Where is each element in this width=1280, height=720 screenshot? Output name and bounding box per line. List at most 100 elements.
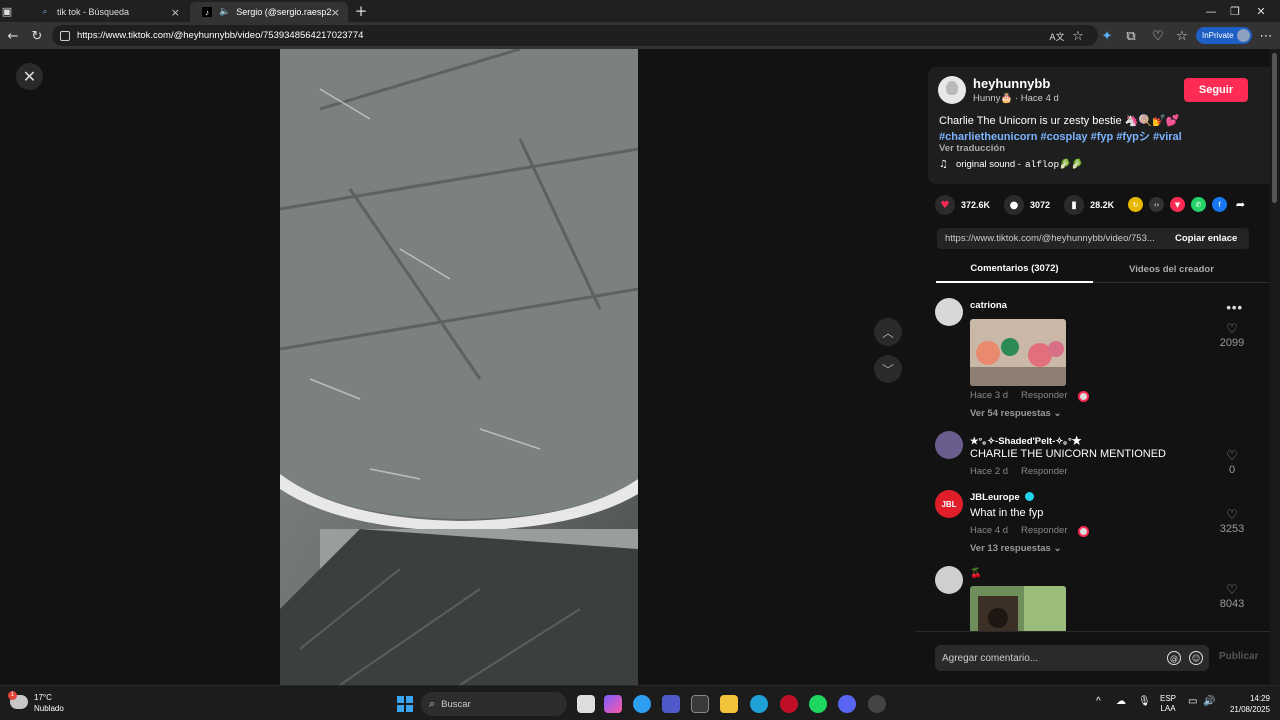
weather-widget[interactable]: 1 17°C Nublado (8, 691, 64, 714)
share-link-text[interactable]: https://www.tiktok.com/@heyhunnybb/video… (937, 233, 1169, 244)
tab-actions-icon[interactable]: ▣ (0, 0, 22, 22)
edge-icon[interactable] (750, 695, 768, 713)
tab-creator-videos[interactable]: Videos del creador (1093, 255, 1250, 283)
commenter-username-text: JBLeurope (970, 492, 1020, 503)
sound-link[interactable]: ♫ original sound - alflop🥬🥬 (939, 159, 1083, 170)
like-stat[interactable]: ♥ 372.6K (935, 195, 990, 215)
see-translation-link[interactable]: Ver traducción (939, 143, 1005, 154)
post-info-card: heyhunnybb Hunny🎂 · Hace 4 d Seguir Char… (928, 67, 1274, 184)
app-icon[interactable] (868, 695, 886, 713)
microphone-icon[interactable]: 🎙 (1138, 697, 1151, 707)
facebook-icon[interactable]: f (1212, 197, 1227, 212)
app-icon[interactable] (633, 695, 651, 713)
copy-link-button[interactable]: Copiar enlace (1169, 233, 1237, 244)
cloud-icon: 1 (8, 691, 28, 709)
comment-like[interactable]: ♡ 0 (1212, 449, 1252, 476)
scrollbar-thumb[interactable] (1272, 53, 1277, 203)
commenter-avatar[interactable] (935, 298, 963, 326)
tiktok-page: ✕ ︿ ﹀ heyhunnybb Hunny🎂 · Hace 4 d Segui… (0, 49, 1280, 685)
favorite-star-icon[interactable]: ☆ (1068, 26, 1088, 46)
speaker-icon[interactable]: 🔈 (219, 7, 230, 17)
comment-like[interactable]: ♡ 2099 (1212, 322, 1252, 349)
store-icon[interactable] (691, 695, 709, 713)
comment-image[interactable] (970, 586, 1066, 631)
like-heart-icon: ♡ (1226, 583, 1238, 598)
comment-input[interactable]: Agregar comentario... @ ☺ (935, 645, 1209, 671)
video-player[interactable] (280, 49, 638, 685)
taskbar-search[interactable]: ⌕ Buscar (421, 692, 567, 716)
commenter-username[interactable]: ★°｡✧-Shaded'Pelt-✧｡°★ (970, 433, 1081, 447)
next-video-button[interactable]: ﹀ (874, 355, 902, 383)
onedrive-icon[interactable]: ☁ (1116, 697, 1126, 707)
video-hashtags[interactable]: #charlietheunicorn #cosplay #fyp #fypシ #… (939, 128, 1182, 144)
commenter-username[interactable]: 🍒 (970, 568, 982, 579)
post-comment-button[interactable]: Publicar (1219, 651, 1258, 662)
close-tab-icon[interactable]: × (171, 6, 180, 19)
read-aloud-icon[interactable]: A文 (1047, 26, 1067, 46)
comment-meta: Hace 2 d Responder (970, 466, 1068, 477)
comment-image[interactable] (970, 319, 1066, 386)
view-replies-link[interactable]: Ver 54 respuestas ⌄ (970, 408, 1061, 419)
whatsapp-icon[interactable]: ✆ (1191, 197, 1206, 212)
more-options-icon[interactable]: ••• (1226, 300, 1243, 315)
send-icon[interactable]: ▼ (1170, 197, 1185, 212)
music-note-icon: ♫ (939, 159, 948, 170)
refresh-icon[interactable]: ↻ (27, 26, 47, 46)
network-icon[interactable]: ▭ (1188, 697, 1197, 707)
discord-icon[interactable] (838, 695, 856, 713)
language-indicator[interactable]: ESP LAA (1160, 694, 1176, 714)
comment-like[interactable]: ♡ 3253 (1212, 508, 1252, 535)
back-icon[interactable]: ← (3, 26, 23, 46)
commenter-username[interactable]: JBLeurope (970, 492, 1034, 503)
reply-button[interactable]: Responder (1021, 390, 1067, 402)
spotify-icon[interactable] (809, 695, 827, 713)
creator-nickname: Hunny🎂 (973, 93, 1013, 104)
inprivate-badge[interactable]: InPrivate (1196, 27, 1252, 44)
commenter-avatar[interactable] (935, 566, 963, 594)
page-scrollbar[interactable] (1270, 49, 1280, 685)
commenter-avatar[interactable] (935, 431, 963, 459)
volume-icon[interactable]: 🔊 (1203, 697, 1215, 707)
system-clock[interactable]: 14:29 21/08/2025 (1224, 693, 1270, 715)
start-button[interactable] (397, 696, 413, 712)
tab-comments[interactable]: Comentarios (3072) (936, 255, 1093, 283)
tab-busqueda[interactable]: ⌕ tik tok - Búsqueda × (28, 2, 188, 22)
copilot-icon[interactable] (604, 695, 622, 713)
embed-icon[interactable]: ‹› (1149, 197, 1164, 212)
reply-button[interactable]: Responder (1021, 466, 1067, 477)
reply-button[interactable]: Responder (1021, 525, 1067, 537)
creator-username[interactable]: heyhunnybb (973, 76, 1050, 91)
commenter-avatar[interactable]: JBL (935, 490, 963, 518)
repost-icon[interactable]: ↻ (1128, 197, 1143, 212)
browser-essentials-icon[interactable]: ♡ (1148, 26, 1168, 46)
comment-text: CHARLIE THE UNICORN MENTIONED (970, 448, 1166, 460)
creator-avatar[interactable] (938, 76, 966, 104)
follow-button[interactable]: Seguir (1184, 78, 1248, 102)
opera-icon[interactable] (780, 695, 798, 713)
commenter-username[interactable]: catriona (970, 300, 1007, 311)
save-stat[interactable]: ▮ 28.2K (1064, 195, 1114, 215)
emoji-icon[interactable]: ☺ (1189, 651, 1203, 665)
new-tab-button[interactable]: + (352, 2, 370, 20)
extension-icon[interactable]: ✦ (1097, 26, 1117, 46)
close-window-button[interactable]: ✕ (1238, 0, 1280, 22)
comment-stat[interactable]: ● 3072 (1004, 195, 1050, 215)
close-tab-icon[interactable]: × (331, 6, 340, 19)
share-arrow-icon[interactable]: ➦ (1233, 197, 1248, 212)
more-menu-icon[interactable]: ⋯ (1256, 26, 1276, 46)
extensions-puzzle-icon[interactable]: ⧉ (1121, 26, 1141, 46)
view-replies-link[interactable]: Ver 13 respuestas ⌄ (970, 543, 1061, 554)
close-video-icon[interactable]: ✕ (16, 63, 43, 90)
file-explorer-icon[interactable] (720, 695, 738, 713)
teams-icon[interactable] (662, 695, 680, 713)
address-bar[interactable]: https://www.tiktok.com/@heyhunnybb/video… (52, 25, 1098, 46)
favorites-icon[interactable]: ☆ (1172, 26, 1192, 46)
view-replies-text: Ver 13 respuestas (970, 543, 1051, 554)
mention-icon[interactable]: @ (1167, 651, 1181, 665)
tab-title: Sergio (@sergio.raesp23) | T (236, 7, 333, 17)
tray-chevron-icon[interactable]: ^ (1096, 697, 1101, 707)
comment-like[interactable]: ♡ 8043 (1212, 583, 1252, 610)
tab-tiktok[interactable]: ♪ 🔈 Sergio (@sergio.raesp23) | T × (190, 2, 348, 22)
previous-video-button[interactable]: ︿ (874, 318, 902, 346)
task-view-icon[interactable] (577, 695, 595, 713)
